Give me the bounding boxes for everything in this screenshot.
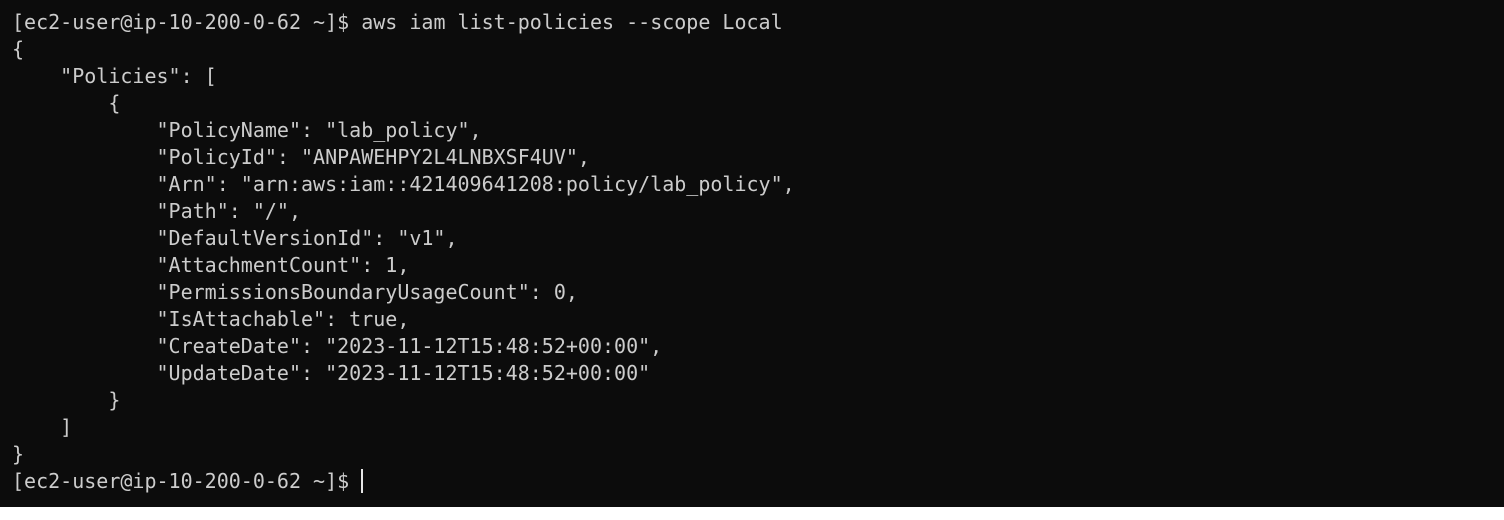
output-line: "PermissionsBoundaryUsageCount": 0,	[12, 280, 578, 304]
output-line: "IsAttachable": true,	[12, 307, 410, 331]
output-line: "PolicyName": "lab_policy",	[12, 118, 482, 142]
output-line: "PolicyId": "ANPAWEHPY2L4LNBXSF4UV",	[12, 145, 590, 169]
terminal-window[interactable]: [ec2-user@ip-10-200-0-62 ~]$ aws iam lis…	[0, 0, 1504, 507]
output-line: {	[12, 37, 25, 61]
output-line: }	[12, 388, 121, 412]
output-line: "UpdateDate": "2023-11-12T15:48:52+00:00…	[12, 361, 651, 385]
shell-prompt: [ec2-user@ip-10-200-0-62 ~]$	[12, 469, 362, 493]
command-text: aws iam list-policies --scope Local	[361, 10, 783, 34]
output-line: "CreateDate": "2023-11-12T15:48:52+00:00…	[12, 334, 663, 358]
output-line: {	[12, 91, 121, 115]
output-line: ]	[12, 415, 73, 439]
output-line: "DefaultVersionId": "v1",	[12, 226, 458, 250]
output-line: "Arn": "arn:aws:iam::421409641208:policy…	[12, 172, 795, 196]
output-line: "Policies": [	[12, 64, 217, 88]
output-line: "Path": "/",	[12, 199, 301, 223]
command-line: [ec2-user@ip-10-200-0-62 ~]$ aws iam lis…	[12, 9, 1504, 36]
output-line: "AttachmentCount": 1,	[12, 253, 410, 277]
input-line[interactable]: [ec2-user@ip-10-200-0-62 ~]$	[12, 468, 1504, 495]
text-cursor	[361, 469, 364, 493]
shell-prompt: [ec2-user@ip-10-200-0-62 ~]$	[12, 10, 362, 34]
output-line: }	[12, 442, 25, 466]
